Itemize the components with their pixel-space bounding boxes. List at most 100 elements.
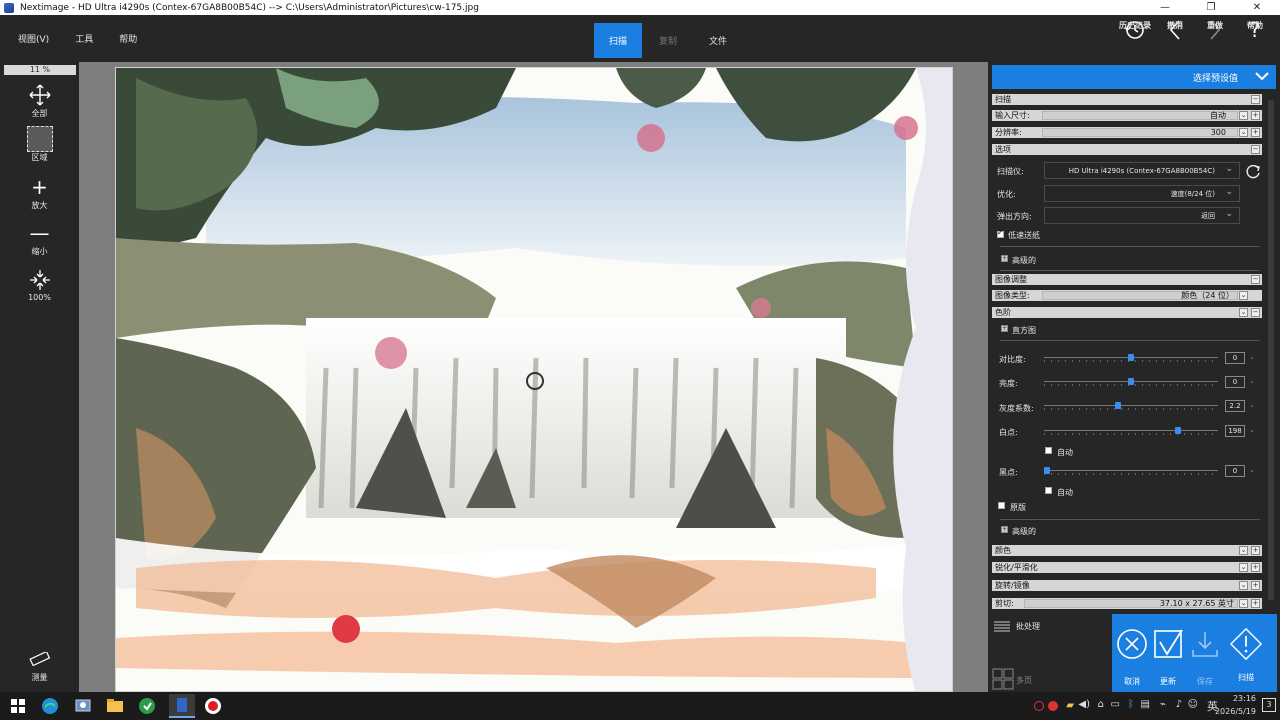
notification-badge[interactable]: 3 bbox=[1262, 698, 1276, 712]
section-image-adjust[interactable]: 图像调整 − bbox=[992, 274, 1262, 285]
section-color[interactable]: 颜色 ⌄ + bbox=[992, 545, 1262, 556]
bluetooth-icon[interactable]: ᛒ bbox=[1128, 699, 1134, 710]
resolution-row[interactable]: 分辨率: 300 ⌄ + bbox=[992, 127, 1262, 138]
redo-button[interactable]: 重做 bbox=[1198, 18, 1232, 42]
contrast-value[interactable]: 0 bbox=[1225, 352, 1245, 364]
brightness-value[interactable]: 0 bbox=[1225, 376, 1245, 388]
gamma-value[interactable]: 2.2 bbox=[1225, 400, 1245, 412]
tab-scan[interactable]: 扫描 bbox=[594, 23, 642, 58]
spin-icon[interactable]: ⌄ bbox=[1249, 377, 1255, 385]
chevron-down-icon[interactable]: ⌄ bbox=[1239, 581, 1248, 590]
black-point-value[interactable]: 0 bbox=[1225, 465, 1245, 477]
slider-thumb[interactable] bbox=[1115, 402, 1121, 409]
collapse-icon[interactable]: − bbox=[1251, 275, 1260, 284]
menu-tools[interactable]: 工具 bbox=[75, 32, 93, 45]
cancel-button[interactable]: 取消 bbox=[1114, 628, 1150, 687]
expand-icon[interactable]: + bbox=[1251, 128, 1260, 137]
scrollbar-thumb[interactable] bbox=[1268, 100, 1274, 600]
chevron-down-icon[interactable]: ⌄ bbox=[1239, 111, 1248, 120]
spin-icon[interactable]: ⌄ bbox=[1249, 466, 1255, 474]
area-button[interactable]: 区域 bbox=[0, 126, 79, 163]
original-checkbox[interactable] bbox=[998, 502, 1005, 509]
control-panel-icon[interactable] bbox=[73, 696, 93, 716]
optimize-select[interactable]: 速度(8/24 位) ⌄ bbox=[1044, 185, 1240, 202]
tab-copy[interactable]: 复制 bbox=[644, 23, 692, 58]
update-button[interactable]: 更新 bbox=[1150, 628, 1186, 687]
histogram-label[interactable]: 直方图 bbox=[1012, 325, 1036, 336]
slider-thumb[interactable] bbox=[1175, 427, 1181, 434]
black-point-slider[interactable] bbox=[1044, 466, 1218, 476]
file-explorer-icon[interactable] bbox=[105, 696, 125, 716]
green-app-icon[interactable] bbox=[137, 696, 157, 716]
undo-button[interactable]: 撤消 bbox=[1158, 18, 1192, 42]
white-point-value[interactable]: 198 bbox=[1225, 425, 1245, 437]
spin-icon[interactable]: ⌄ bbox=[1249, 353, 1255, 361]
slider-thumb[interactable] bbox=[1044, 467, 1050, 474]
zoom-100-button[interactable]: 100% bbox=[0, 267, 79, 302]
save-button[interactable]: 保存 bbox=[1187, 628, 1223, 687]
zoom-out-button[interactable]: — 缩小 bbox=[0, 220, 79, 257]
edge-browser-icon[interactable] bbox=[40, 696, 60, 716]
brightness-slider[interactable] bbox=[1044, 377, 1218, 387]
image-type-row[interactable]: 图像类型: 颜色（24 位） ⌄ bbox=[992, 290, 1262, 301]
input-size-dropdown[interactable] bbox=[1042, 111, 1238, 120]
tray-app-icon[interactable] bbox=[1048, 701, 1058, 711]
advanced2-label[interactable]: 高级的 bbox=[1012, 526, 1036, 537]
section-rotate[interactable]: 旋转/镜像 ⌄ + bbox=[992, 580, 1262, 591]
expand-icon[interactable]: + bbox=[1001, 255, 1008, 262]
clock-date[interactable]: 2026/5/19 bbox=[1215, 707, 1256, 716]
chevron-down-icon[interactable]: ⌄ bbox=[1239, 308, 1248, 317]
multipage-icon[interactable] bbox=[992, 668, 1014, 690]
history-button[interactable]: 历史记录 bbox=[1118, 18, 1152, 42]
expand-icon[interactable]: + bbox=[1251, 581, 1260, 590]
section-scan[interactable]: 扫描 − bbox=[992, 94, 1262, 105]
chevron-down-icon[interactable]: ⌄ bbox=[1239, 599, 1248, 608]
slider-thumb[interactable] bbox=[1128, 378, 1134, 385]
spin-icon[interactable]: ⌄ bbox=[1249, 426, 1255, 434]
tray-record-icon[interactable] bbox=[1034, 701, 1044, 711]
record-icon[interactable] bbox=[203, 696, 223, 716]
expand-icon[interactable]: + bbox=[1251, 599, 1260, 608]
slow-feed-checkbox[interactable] bbox=[997, 228, 1004, 238]
tray-ime-icon[interactable]: ☺ bbox=[1188, 699, 1198, 710]
chevron-down-icon[interactable]: ⌄ bbox=[1239, 291, 1248, 300]
white-auto-checkbox[interactable] bbox=[1045, 447, 1052, 454]
section-levels[interactable]: 色阶 ⌄ − bbox=[992, 307, 1262, 318]
section-sharpen[interactable]: 锐化/平滑化 ⌄ + bbox=[992, 562, 1262, 573]
advanced-label[interactable]: 高级的 bbox=[1012, 255, 1036, 266]
tray-speaker-icon[interactable]: ♪ bbox=[1176, 699, 1182, 710]
expand-icon[interactable]: + bbox=[1251, 563, 1260, 572]
tray-folder-icon[interactable]: ▰ bbox=[1066, 700, 1074, 711]
black-auto-checkbox[interactable] bbox=[1045, 487, 1052, 494]
collapse-icon[interactable]: − bbox=[1251, 145, 1260, 154]
close-icon[interactable]: ✕ bbox=[1234, 0, 1280, 15]
restore-icon[interactable]: ❐ bbox=[1188, 0, 1234, 15]
chevron-down-icon[interactable]: ⌄ bbox=[1239, 546, 1248, 555]
expand-icon[interactable]: + bbox=[1251, 111, 1260, 120]
expand-icon[interactable]: + bbox=[1251, 546, 1260, 555]
gamma-slider[interactable] bbox=[1044, 401, 1218, 411]
tray-monitor-icon[interactable]: ▭ bbox=[1111, 699, 1120, 710]
nextimage-taskbar-icon[interactable] bbox=[169, 694, 195, 718]
contrast-slider[interactable] bbox=[1044, 353, 1218, 363]
crop-row[interactable]: 剪切: 37.10 x 27.65 英寸 ⌄ + bbox=[992, 598, 1262, 609]
fit-all-button[interactable]: 全部 bbox=[0, 82, 79, 119]
clock-time[interactable]: 23:16 bbox=[1233, 694, 1256, 703]
collapse-icon[interactable]: − bbox=[1251, 308, 1260, 317]
tray-volume-icon[interactable]: ◀) bbox=[1078, 699, 1090, 710]
minimize-icon[interactable]: — bbox=[1142, 0, 1188, 15]
input-size-row[interactable]: 输入尺寸: 自动 ⌄ + bbox=[992, 110, 1262, 121]
resolution-dropdown[interactable] bbox=[1042, 128, 1238, 137]
chevron-down-icon[interactable]: ⌄ bbox=[1239, 128, 1248, 137]
windows-start-icon[interactable] bbox=[8, 696, 28, 716]
collapse-icon[interactable]: − bbox=[1251, 95, 1260, 104]
eject-select[interactable]: 返回 ⌄ bbox=[1044, 207, 1240, 224]
measure-button[interactable]: 测量 bbox=[0, 646, 79, 683]
spin-icon[interactable]: ⌄ bbox=[1249, 401, 1255, 409]
tab-file[interactable]: 文件 bbox=[694, 23, 742, 58]
scanner-select[interactable]: HD Ultra i4290s (Contex-67GA8B00B54C) ⌄ bbox=[1044, 162, 1240, 179]
menu-help[interactable]: 帮助 bbox=[119, 32, 137, 45]
expand-icon[interactable]: + bbox=[1001, 325, 1008, 332]
preview-canvas[interactable] bbox=[79, 62, 988, 692]
scan-button[interactable]: 扫描 bbox=[1228, 627, 1264, 683]
